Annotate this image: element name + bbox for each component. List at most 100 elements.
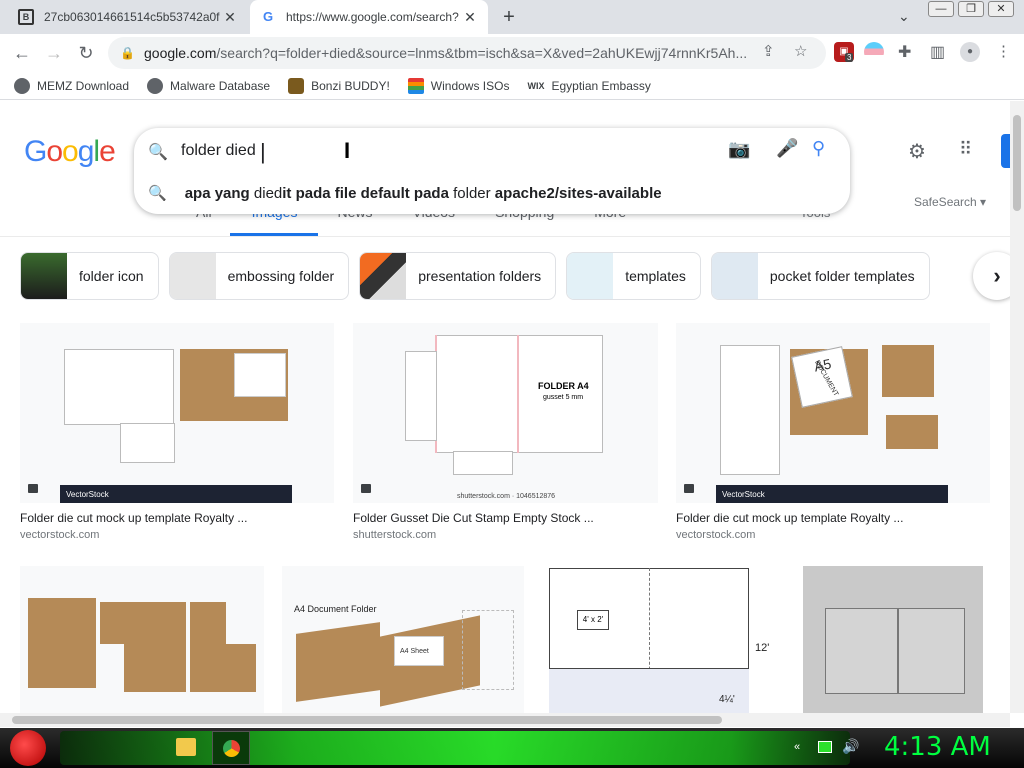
scrollbar-thumb[interactable]: [12, 716, 722, 724]
result-caption[interactable]: Folder die cut mock up template Royalty …: [20, 511, 334, 525]
maximize-button[interactable]: ❐: [958, 1, 984, 17]
tab-inactive[interactable]: B 27cb063014661514c5b53742a0f ✕: [8, 0, 248, 34]
result-image[interactable]: A5 DOCUMENT VectorStock: [676, 323, 990, 503]
browser-toolbar: ← → ↻ 🔒 google.com/search?q=folder+died&…: [0, 34, 1024, 72]
taskbar-clock[interactable]: 4:13 AM: [884, 732, 991, 762]
tab-search-icon[interactable]: ⌄: [898, 8, 910, 25]
vertical-scrollbar[interactable]: [1010, 101, 1024, 713]
chip-embossing-folder[interactable]: embossing folder: [168, 252, 350, 300]
chip-templates[interactable]: templates: [566, 252, 701, 300]
a4-sheet-label: A4 Sheet: [400, 648, 429, 655]
dimension-12-label: 12': [755, 642, 770, 654]
bonzi-icon: [288, 77, 305, 94]
new-tab-button[interactable]: +: [498, 7, 520, 29]
chip-thumbnail: [711, 253, 758, 299]
chip-presentation-folders[interactable]: presentation folders: [359, 252, 557, 300]
file-explorer-icon[interactable]: [176, 738, 196, 756]
image-result[interactable]: A4 Document Folder A4 Sheet: [282, 566, 524, 713]
start-angry-bird-icon[interactable]: [10, 730, 46, 766]
safesearch-dropdown[interactable]: SafeSearch ▾: [914, 195, 986, 209]
microphone-icon[interactable]: 🎤: [776, 138, 798, 159]
bookmark-star-icon[interactable]: ☆: [794, 42, 807, 60]
tab-active[interactable]: G https://www.google.com/search? ✕: [250, 0, 488, 34]
result-image[interactable]: VectorStock: [20, 323, 334, 503]
image-result[interactable]: [20, 566, 264, 713]
google-logo[interactable]: Google: [24, 135, 116, 169]
search-icon: 🔍: [148, 144, 168, 161]
text-cursor-icon: |: [260, 139, 266, 164]
image-result[interactable]: VectorStock Folder die cut mock up templ…: [20, 323, 334, 541]
bookmark-item[interactable]: MEMZ Download: [14, 77, 129, 94]
bing-favicon-icon: B: [18, 9, 34, 25]
camera-icon[interactable]: 📷: [728, 139, 750, 160]
chip-folder-icon[interactable]: folder icon: [20, 252, 159, 300]
result-caption[interactable]: Folder die cut mock up template Royalty …: [676, 511, 990, 525]
search-box[interactable]: 🔍 folder died | I 📷 🎤 ⚲ 🔍 apa yang diedi…: [134, 128, 850, 214]
result-caption[interactable]: Folder Gusset Die Cut Stamp Empty Stock …: [353, 511, 658, 525]
menu-kebab-icon[interactable]: ⋮: [996, 42, 1011, 60]
chip-thumbnail: [169, 253, 216, 299]
share-icon[interactable]: ⇪: [762, 42, 775, 60]
extensions-puzzle-icon[interactable]: ✚: [898, 42, 911, 62]
chip-thumbnail: [360, 253, 407, 299]
search-input[interactable]: folder died: [181, 142, 256, 160]
scrollbar-thumb[interactable]: [1013, 115, 1021, 211]
side-panel-icon[interactable]: ▥: [930, 42, 945, 62]
extension-flag-icon[interactable]: [864, 42, 884, 62]
bookmark-item[interactable]: Windows ISOs: [407, 77, 509, 94]
apps-grid-icon[interactable]: ⠿: [959, 139, 972, 160]
autocomplete-suggestion[interactable]: 🔍 apa yang diedit pada file default pada…: [148, 184, 662, 203]
result-source[interactable]: vectorstock.com: [20, 529, 334, 541]
result-image[interactable]: A4 Document Folder A4 Sheet: [282, 566, 524, 713]
close-tab-icon[interactable]: ✕: [222, 9, 238, 25]
globe-icon: [147, 77, 164, 94]
tray-chevron-icon[interactable]: «: [794, 741, 800, 753]
globe-icon: [14, 77, 30, 94]
network-icon[interactable]: [818, 741, 832, 753]
search-submit-icon[interactable]: ⚲: [812, 138, 825, 159]
result-image[interactable]: [803, 566, 983, 713]
related-searches-chips: folder icon embossing folder presentatio…: [20, 252, 930, 300]
result-image[interactable]: [20, 566, 264, 713]
back-button[interactable]: ←: [10, 41, 34, 65]
tab-title: https://www.google.com/search?: [286, 10, 459, 24]
folder-a4-label: FOLDER A4: [538, 381, 589, 391]
forward-button[interactable]: →: [42, 41, 66, 65]
profile-avatar-icon[interactable]: ●: [960, 42, 980, 62]
google-favicon-icon: G: [262, 9, 274, 24]
bookmark-item[interactable]: Bonzi BUDDY!: [288, 77, 390, 94]
lock-icon: 🔒: [120, 46, 135, 60]
volume-icon[interactable]: 🔊: [842, 738, 859, 755]
result-image[interactable]: FOLDER A4 gusset 5 mm shutterstock.com ·…: [353, 323, 658, 503]
suggestion-text: apa yang diedit pada file default pada f…: [184, 184, 662, 202]
image-result[interactable]: FOLDER A4 gusset 5 mm shutterstock.com ·…: [353, 323, 658, 541]
horizontal-scrollbar[interactable]: [0, 713, 1010, 727]
address-bar[interactable]: 🔒 google.com/search?q=folder+died&source…: [108, 37, 826, 69]
gusset-label: gusset 5 mm: [543, 394, 584, 401]
minimize-button[interactable]: —: [928, 1, 954, 17]
close-window-button[interactable]: ✕: [988, 1, 1014, 17]
chip-thumbnail: [567, 253, 614, 299]
settings-gear-icon[interactable]: ⚙: [908, 139, 926, 164]
result-source[interactable]: vectorstock.com: [676, 529, 990, 541]
bookmark-item[interactable]: Malware Database: [147, 77, 270, 94]
taskbar: « 🔊 4:13 AM: [0, 728, 1024, 768]
result-image[interactable]: 4' x 2' 12' 4¼': [545, 566, 775, 713]
tab-strip: B 27cb063014661514c5b53742a0f ✕ G https:…: [0, 0, 1024, 34]
chip-pocket-folder-templates[interactable]: pocket folder templates: [710, 252, 930, 300]
vectorstock-watermark: VectorStock: [722, 489, 765, 499]
wix-icon: WIX: [527, 80, 545, 91]
chrome-taskbar-button[interactable]: [212, 731, 250, 765]
bookmark-item[interactable]: WIX Egyptian Embassy: [527, 79, 650, 93]
windows-flag-icon: [407, 77, 424, 94]
image-result[interactable]: 4' x 2' 12' 4¼': [545, 566, 775, 713]
vectorstock-watermark: VectorStock: [66, 489, 109, 499]
image-badge-icon: [28, 484, 38, 493]
result-source[interactable]: shutterstock.com: [353, 529, 658, 541]
close-tab-icon[interactable]: ✕: [462, 9, 478, 25]
reload-button[interactable]: ↻: [74, 41, 98, 65]
image-result[interactable]: [803, 566, 983, 713]
dimension-4x2-label: 4' x 2': [577, 610, 609, 630]
image-result[interactable]: A5 DOCUMENT VectorStock Folder die cut m…: [676, 323, 990, 541]
image-badge-icon: [684, 484, 694, 493]
